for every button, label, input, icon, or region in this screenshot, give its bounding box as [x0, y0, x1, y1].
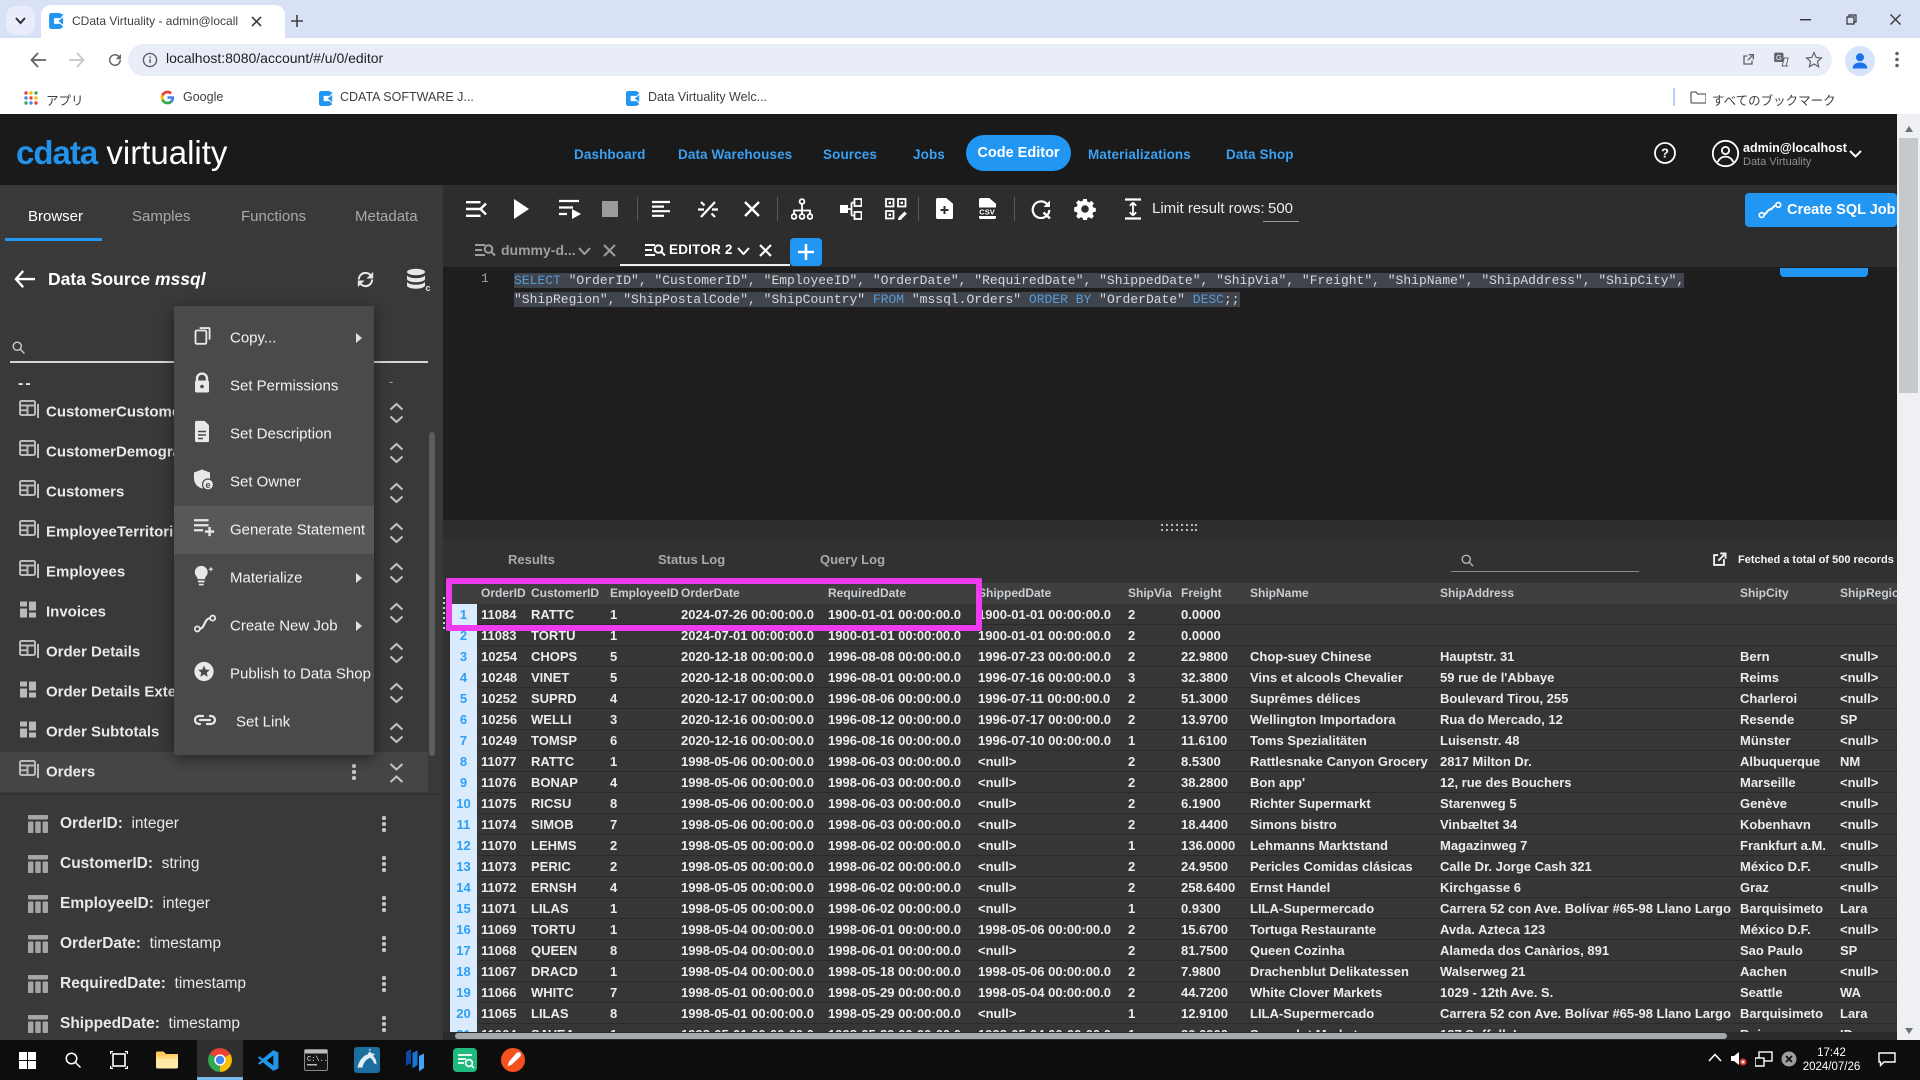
- svg-text:CSV: CSV: [979, 207, 994, 216]
- svg-text:G: G: [1776, 53, 1782, 62]
- svg-text:?: ?: [1661, 146, 1669, 161]
- svg-text:C:\...: C:\...: [307, 1056, 328, 1064]
- svg-text:c: c: [426, 283, 431, 292]
- svg-text:e: e: [205, 480, 210, 490]
